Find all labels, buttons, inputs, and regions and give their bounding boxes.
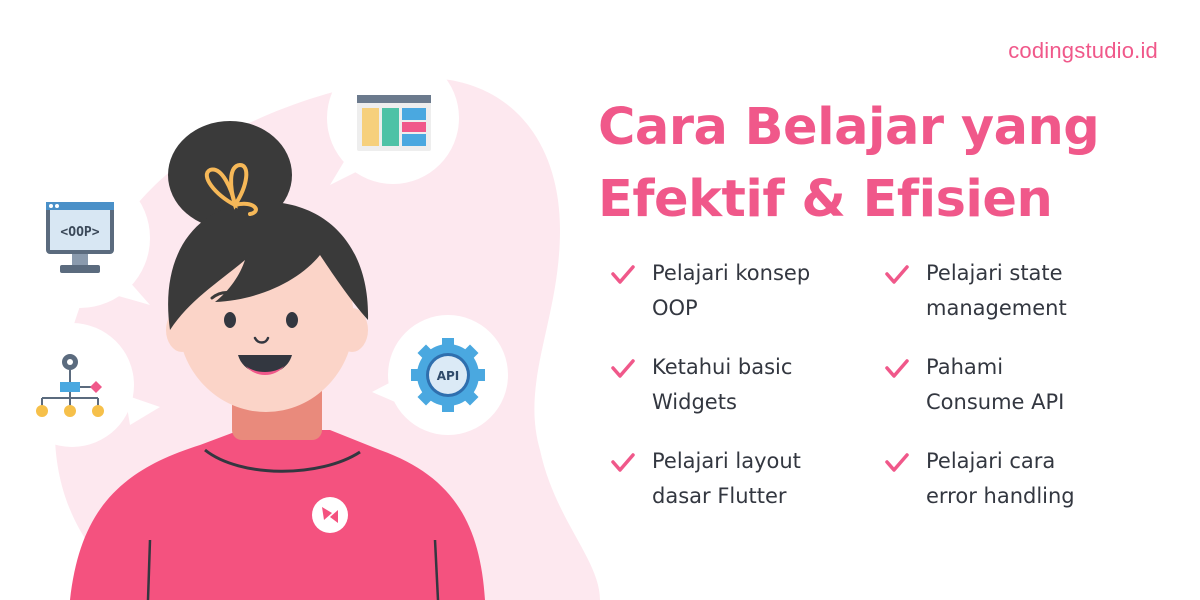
tip-item: Pelajari state management [882, 256, 1154, 326]
brand-name[interactable]: codingstudio.id [1008, 38, 1158, 64]
check-icon [885, 265, 909, 284]
headline-line-1: Cara Belajar yang [598, 98, 1100, 157]
speech-bubble-layout [327, 52, 459, 185]
headline: Cara Belajar yang Efektif & Efisien [598, 92, 1178, 236]
tip-item: Ketahui basic Widgets [608, 350, 880, 420]
check-icon [611, 359, 635, 378]
check-icon [885, 453, 909, 472]
check-icon [885, 359, 909, 378]
layout-window-icon [357, 95, 431, 151]
check-icon [611, 265, 635, 284]
tips-list: Pelajari konsep OOP Pelajari state manag… [608, 256, 1168, 514]
tip-text: Pahami Consume API [926, 355, 1065, 414]
speech-bubble-oop: <OOP> [10, 168, 150, 308]
shirt-logo-icon [312, 497, 348, 533]
check-icon [611, 453, 635, 472]
tip-text: Pelajari layout dasar Flutter [652, 449, 801, 508]
left-eye [224, 312, 236, 328]
oop-label: <OOP> [60, 225, 99, 240]
tip-item: Pelajari layout dasar Flutter [608, 444, 880, 514]
tip-item: Pelajari cara error handling [882, 444, 1154, 514]
tip-item: Pelajari konsep OOP [608, 256, 880, 326]
illustration: <OOP> API [10, 52, 600, 600]
right-eye [286, 312, 298, 328]
tip-text: Ketahui basic Widgets [652, 355, 793, 414]
tip-text: Pelajari cara error handling [926, 449, 1075, 508]
api-gear-icon: API [411, 338, 485, 412]
tip-text: Pelajari konsep OOP [652, 261, 811, 320]
tip-item: Pahami Consume API [882, 350, 1154, 420]
api-label: API [437, 369, 460, 383]
tip-text: Pelajari state management [926, 261, 1067, 320]
headline-line-2: Efektif & Efisien [598, 170, 1053, 229]
